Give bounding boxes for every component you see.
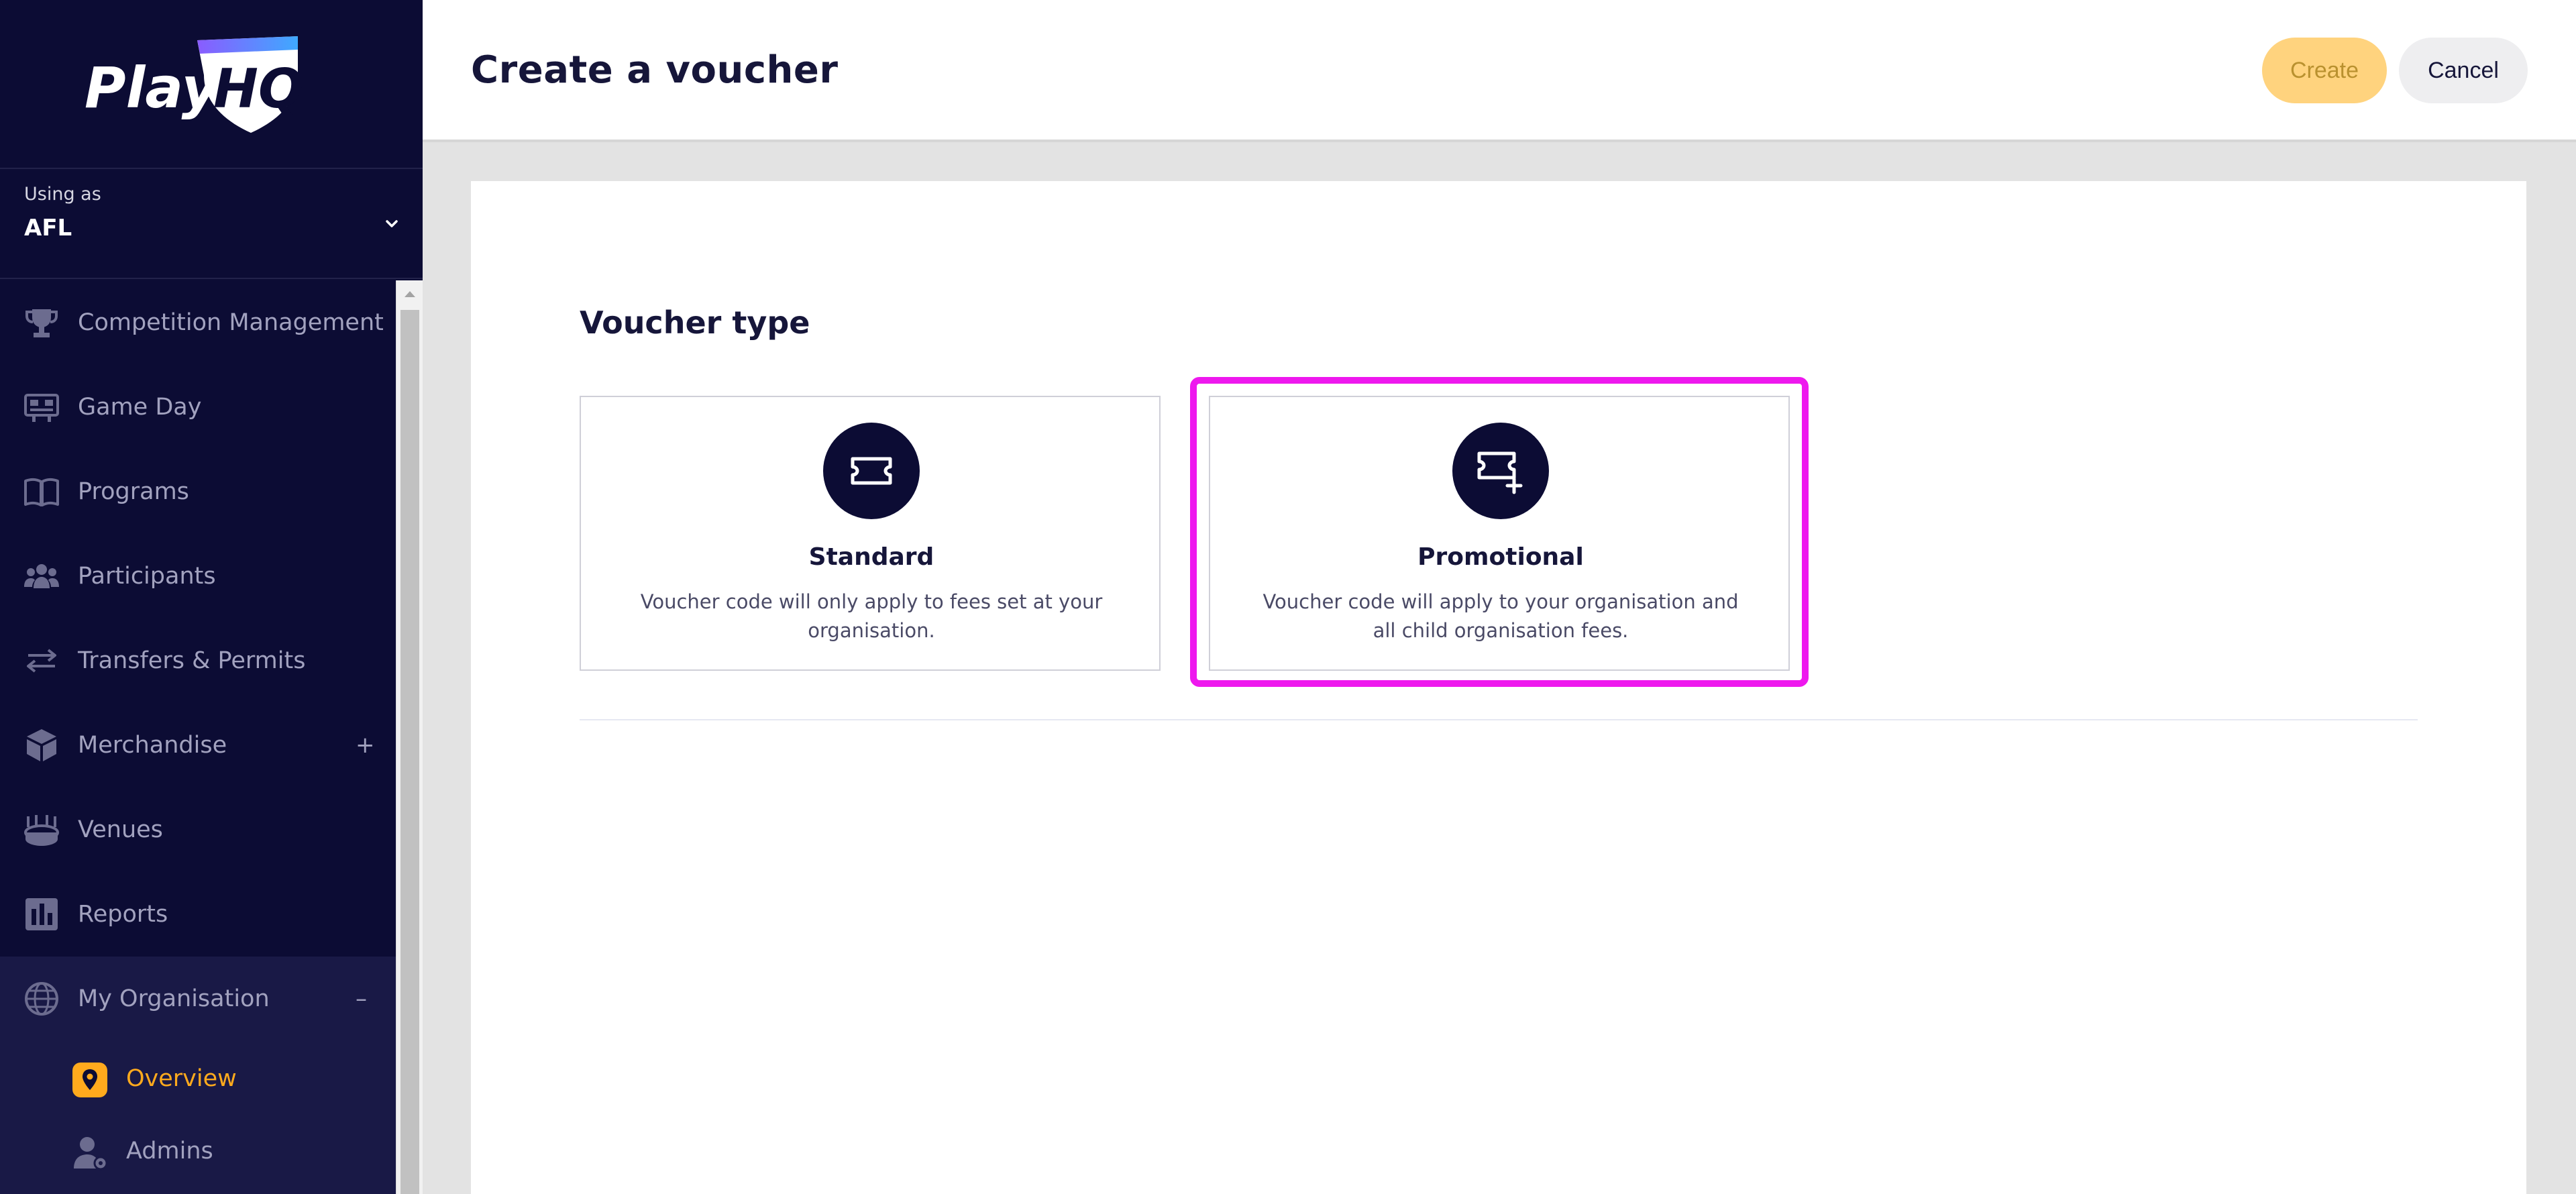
option-title: Standard	[808, 543, 934, 571]
scrollbar-thumb[interactable]	[400, 310, 419, 1194]
sidebar-item-participants[interactable]: Participants	[0, 534, 396, 618]
transfer-arrows-icon	[27, 649, 56, 673]
sidebar-item-label: Programs	[78, 478, 189, 505]
sidebar-item-reports[interactable]: Reports	[0, 872, 396, 957]
sidebar-item-label: Venues	[78, 816, 163, 843]
sidebar-subnav: Overview Admins	[0, 1041, 396, 1194]
svg-text:Play: Play	[85, 55, 220, 121]
selection-highlight	[1190, 377, 1809, 687]
create-button[interactable]: Create	[2262, 38, 2387, 103]
people-icon	[24, 564, 59, 588]
voucher-type-standard-option[interactable]: Standard Voucher code will only apply to…	[580, 396, 1161, 671]
org-switcher-caption: Using as	[24, 184, 101, 205]
cancel-button[interactable]: Cancel	[2399, 38, 2528, 103]
org-name: AFL	[24, 215, 72, 241]
scoreboard-icon	[24, 394, 59, 422]
bar-chart-icon	[25, 898, 58, 930]
sidebar-item-label: My Organisation	[78, 985, 270, 1012]
admin-user-icon	[74, 1137, 108, 1171]
page-title: Create a voucher	[471, 48, 839, 92]
location-pin-icon	[72, 1063, 107, 1097]
sidebar-subitem-admins[interactable]: Admins	[0, 1118, 396, 1187]
sidebar-item-label: Participants	[78, 563, 216, 590]
trophy-icon	[25, 309, 58, 337]
expand-plus-icon[interactable]: +	[356, 732, 375, 759]
collapse-minus-icon[interactable]: –	[356, 985, 367, 1012]
voucher-form-card: Voucher type Standard Voucher code will …	[471, 181, 2526, 1194]
sidebar-scrollbar[interactable]	[396, 280, 423, 1194]
scroll-up-arrow-icon[interactable]	[396, 280, 423, 307]
box-icon	[27, 729, 56, 761]
sidebar-item-transfers-permits[interactable]: Transfers & Permits	[0, 618, 396, 703]
chevron-down-icon[interactable]	[382, 215, 401, 233]
sidebar-item-label: Game Day	[78, 394, 202, 421]
sidebar-item-programs[interactable]: Programs	[0, 449, 396, 534]
sidebar-item-label: Reports	[78, 901, 168, 928]
book-icon	[24, 478, 59, 506]
sidebar-item-merchandise[interactable]: Merchandise +	[0, 703, 396, 788]
sidebar-item-competition-management[interactable]: Competition Management	[0, 280, 396, 365]
app-root: Play HQ Using as AFL Competition Managem	[0, 0, 2576, 1194]
page-header: Create a voucher Create Cancel	[423, 0, 2576, 142]
sidebar-subitem-overview[interactable]: Overview	[0, 1045, 396, 1115]
sidebar-subitem-label: Overview	[126, 1065, 237, 1092]
sidebar-nav: Competition Management Game Day Programs…	[0, 280, 396, 1194]
sidebar-item-label: Transfers & Permits	[78, 647, 306, 674]
ticket-icon	[823, 423, 920, 519]
globe-icon	[25, 982, 58, 1016]
sidebar-item-label: Merchandise	[78, 732, 227, 759]
sidebar-subitem-label: Admins	[126, 1138, 213, 1164]
option-description: Voucher code will only apply to fees set…	[640, 590, 1103, 642]
logo-area: Play HQ	[0, 0, 423, 169]
playhq-logo[interactable]: Play HQ	[82, 32, 303, 140]
voucher-type-heading: Voucher type	[580, 305, 810, 341]
stadium-icon	[24, 815, 59, 846]
sidebar: Play HQ Using as AFL Competition Managem	[0, 0, 423, 1194]
svg-text:HQ: HQ	[213, 58, 303, 120]
sidebar-item-my-organisation[interactable]: My Organisation –	[0, 957, 396, 1041]
sidebar-item-venues[interactable]: Venues	[0, 788, 396, 872]
org-switcher[interactable]: Using as AFL	[0, 170, 423, 279]
section-divider	[580, 719, 2418, 720]
sidebar-item-game-day[interactable]: Game Day	[0, 365, 396, 449]
sidebar-item-label: Competition Management	[78, 309, 384, 336]
